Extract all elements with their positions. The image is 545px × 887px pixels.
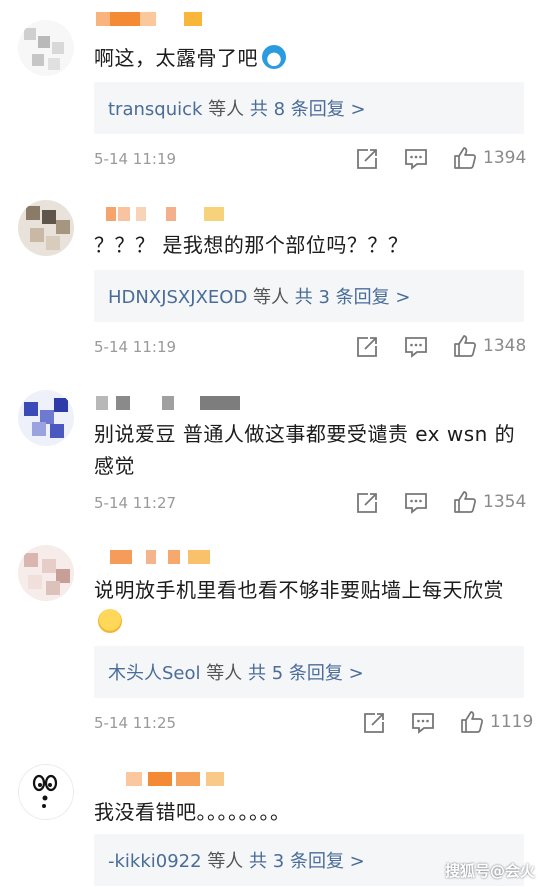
reply-suffix: 等人 <box>208 99 245 120</box>
comment-text: 说明放手机里看也看不够非要贴墙上每天欣赏 <box>94 574 521 638</box>
reply-user[interactable]: 木头人Seol <box>108 663 201 684</box>
watermark: 搜狐号@会火 <box>444 862 535 880</box>
avatar[interactable] <box>18 545 74 601</box>
comment-time: 5-14 11:19 <box>94 338 177 356</box>
reply-summary[interactable]: transquick 等人 共 8 条回复 > <box>94 82 524 134</box>
doraemon-emoji-icon <box>262 45 286 69</box>
comment-text: 我没看错吧。。。。。。。。 <box>94 800 291 824</box>
comment-icon[interactable] <box>404 336 428 358</box>
reply-suffix: 等人 <box>253 287 290 308</box>
comment-text: ？？？ 是我想的那个部位吗？？？ <box>94 233 409 257</box>
reply-user[interactable]: HDNXJSXJXEOD <box>108 287 247 308</box>
like-icon[interactable] <box>453 334 477 357</box>
like-count: 1348 <box>483 336 527 356</box>
comment-icon[interactable] <box>411 712 435 734</box>
repost-icon[interactable] <box>355 148 379 170</box>
reply-suffix: 等人 <box>206 663 243 684</box>
reply-count[interactable]: 共 8 条回复 > <box>250 99 366 120</box>
comment-text: 别说爱豆 普通人做这事都要受谴责 ex wsn 的感觉 <box>94 422 516 478</box>
like-icon[interactable] <box>453 490 477 513</box>
repost-icon[interactable] <box>362 712 386 734</box>
like-count: 1394 <box>483 148 527 168</box>
repost-icon[interactable] <box>355 336 379 358</box>
comment-icon[interactable] <box>404 148 428 170</box>
comment-time: 5-14 11:27 <box>94 494 177 512</box>
like-count: 1354 <box>483 492 527 512</box>
reply-count[interactable]: 共 3 条回复 > <box>249 851 365 872</box>
reply-suffix: 等人 <box>207 851 244 872</box>
like-icon[interactable] <box>453 146 477 169</box>
comment-time: 5-14 11:25 <box>94 714 177 732</box>
reply-summary[interactable]: 木头人Seol 等人 共 5 条回复 > <box>94 646 524 698</box>
avatar[interactable] <box>18 200 74 256</box>
sleepy-face-emoji-icon <box>98 609 122 633</box>
reply-count[interactable]: 共 3 条回复 > <box>295 287 411 308</box>
reply-user[interactable]: -kikki0922 <box>108 851 202 872</box>
reply-user[interactable]: transquick <box>108 99 202 120</box>
like-count: 1119 <box>490 712 534 732</box>
like-icon[interactable] <box>460 710 484 733</box>
comment-icon[interactable] <box>404 492 428 514</box>
reply-summary[interactable]: HDNXJSXJXEOD 等人 共 3 条回复 > <box>94 270 524 322</box>
avatar[interactable] <box>18 390 74 446</box>
reply-count[interactable]: 共 5 条回复 > <box>248 663 364 684</box>
repost-icon[interactable] <box>355 492 379 514</box>
avatar[interactable] <box>18 764 74 820</box>
comment-time: 5-14 11:19 <box>94 150 177 168</box>
avatar[interactable] <box>18 20 74 76</box>
comment-text: 啊这，太露骨了吧 <box>94 42 521 74</box>
